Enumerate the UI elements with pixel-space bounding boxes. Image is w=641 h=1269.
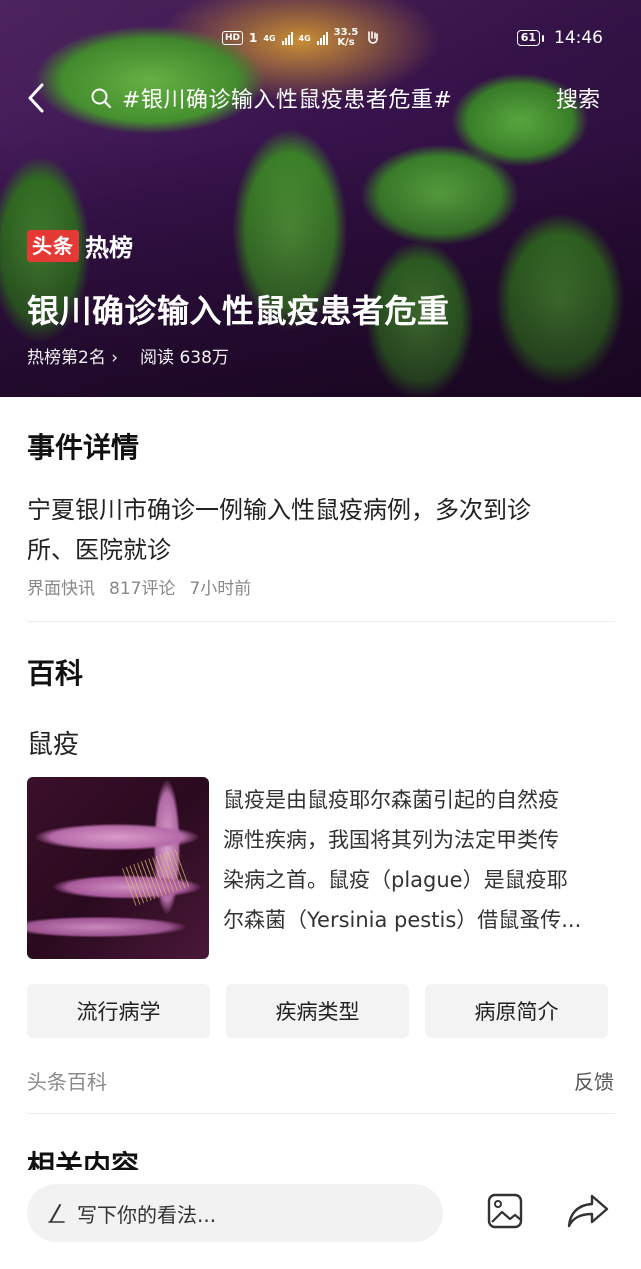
event-description[interactable]: 宁夏银川市确诊一例输入性鼠疫病例，多次到诊 所、医院就诊 [27, 490, 615, 570]
hd-badge: HD [222, 31, 244, 45]
back-button[interactable] [18, 78, 54, 118]
encyclopedia-section-title: 百科 [27, 657, 84, 690]
event-description-line-1: 宁夏银川市确诊一例输入性鼠疫病例，多次到诊 [27, 496, 531, 524]
bacteria-fiber-detail [121, 847, 193, 907]
event-description-line-2: 所、医院就诊 [27, 536, 171, 564]
hero-title: 银川确诊输入性鼠疫患者危重 [27, 292, 450, 330]
bottom-bar: 写下你的看法... [0, 1170, 641, 1269]
divider [27, 1113, 615, 1114]
brand-label: 热榜 [85, 234, 133, 262]
summary-line-2: 源性疾病，我国将其列为法定甲类传 [223, 828, 559, 852]
sim-slot: 1 [249, 31, 258, 45]
divider [27, 621, 615, 622]
share-button[interactable] [566, 1192, 610, 1230]
search-icon [91, 88, 112, 109]
pen-icon [48, 1204, 65, 1223]
summary-line-1: 鼠疫是由鼠疫耶尔森菌引起的自然疫 [223, 788, 559, 812]
event-comments: 817评论 [109, 579, 176, 599]
clock: 14:46 [554, 28, 603, 48]
encyclopedia-summary[interactable]: 鼠疫是由鼠疫耶尔森菌引起的自然疫 源性疾病，我国将其列为法定甲类传 染病之首。鼠… [223, 780, 615, 940]
hotlist-brand: 头条 热榜 [27, 228, 133, 263]
hotlist-rank-link[interactable]: 热榜第2名 › [27, 343, 118, 368]
brand-badge: 头条 [27, 229, 79, 262]
image-icon [487, 1193, 523, 1229]
feedback-button[interactable]: 反馈 [574, 1066, 614, 1095]
nfc-icon [368, 31, 379, 44]
event-meta: 界面快讯 817评论 7小时前 [27, 574, 615, 599]
back-arrow-icon [28, 83, 44, 113]
network-speed-unit: K/s [337, 37, 355, 48]
hero-meta: 热榜第2名 › 阅读 638万 [27, 343, 229, 368]
summary-line-3: 染病之首。鼠疫（plague）是鼠疫耶 [223, 868, 568, 892]
tag-disease-type-button[interactable]: 疾病类型 [226, 984, 409, 1038]
encyclopedia-term[interactable]: 鼠疫 [27, 724, 615, 761]
signal-bars-1-icon [281, 31, 293, 45]
top-nav: #银川确诊输入性鼠疫患者危重# 搜索 [0, 70, 641, 126]
chevron-right-icon: › [111, 348, 119, 368]
read-count: 阅读 638万 [140, 348, 229, 368]
status-bar: HD 1 4G 4G 33.5 K/s 61 14:46 [0, 20, 641, 56]
related-section-title: 相关内容 [27, 1149, 140, 1170]
hero-overlay [0, 0, 641, 397]
event-section-title: 事件详情 [27, 431, 140, 464]
search-query-text: #银川确诊输入性鼠疫患者危重# [122, 88, 453, 113]
hotlist-rank: 热榜第2名 [27, 348, 106, 368]
signal-bars-2-icon [316, 31, 328, 45]
encyclopedia-image[interactable] [27, 777, 209, 959]
event-time: 7小时前 [189, 579, 252, 599]
comment-input[interactable]: 写下你的看法... [27, 1184, 443, 1242]
status-right: 61 14:46 [516, 28, 603, 48]
signal-4g-label-2: 4G [298, 33, 311, 43]
status-indicators: HD 1 4G 4G 33.5 K/s [222, 24, 382, 52]
signal-4g-label-1: 4G [263, 33, 276, 43]
network-speed: 33.5 K/s [334, 28, 359, 48]
battery-icon: 61 [516, 30, 545, 46]
encyclopedia-tags: 流行病学 疾病类型 病原简介 [27, 984, 608, 1038]
search-input[interactable]: #银川确诊输入性鼠疫患者危重# [76, 74, 528, 122]
summary-line-4: 尔森菌（Yersinia pestis）借鼠蚤传... [223, 908, 582, 932]
comment-placeholder: 写下你的看法... [77, 1202, 217, 1227]
search-button[interactable]: 搜索 [556, 82, 600, 114]
event-source: 界面快讯 [27, 579, 95, 599]
share-icon [567, 1194, 609, 1228]
image-button[interactable] [486, 1192, 524, 1230]
tag-epidemiology-button[interactable]: 流行病学 [27, 984, 210, 1038]
encyclopedia-source[interactable]: 头条百科 [27, 1066, 107, 1095]
tag-pathogen-intro-button[interactable]: 病原简介 [425, 984, 608, 1038]
hero-banner: HD 1 4G 4G 33.5 K/s 61 14:46 #银川确诊输入性鼠疫患… [0, 0, 641, 397]
